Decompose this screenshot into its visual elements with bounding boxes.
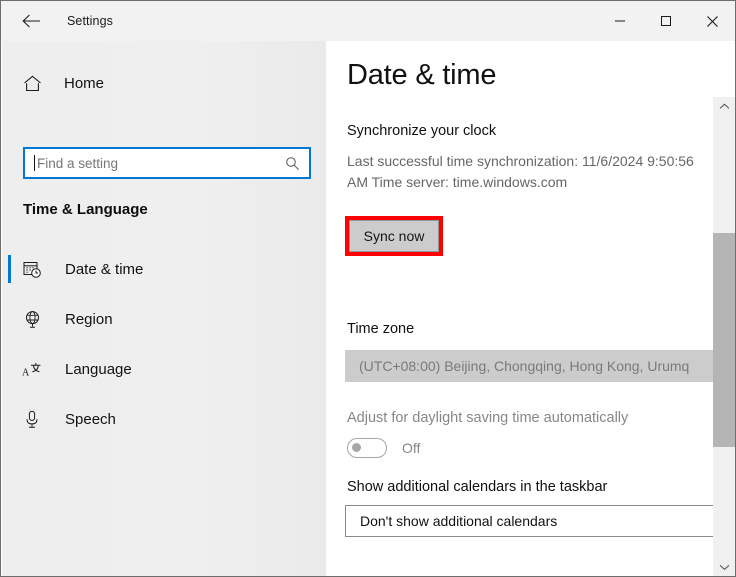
daylight-saving-state: Off xyxy=(402,440,421,456)
sidebar-item-label: Date & time xyxy=(65,260,144,278)
selection-indicator xyxy=(8,305,11,333)
svg-text:A: A xyxy=(22,367,30,378)
sidebar-item-language[interactable]: A Language xyxy=(2,349,326,389)
close-button[interactable] xyxy=(689,1,735,41)
scrollbar-thumb[interactable] xyxy=(713,233,735,447)
title-bar: Settings xyxy=(1,1,735,41)
chevron-down-icon xyxy=(719,564,729,570)
sidebar-item-date-time[interactable]: Date & time xyxy=(2,249,326,289)
content-pane: Date & time Synchronize your clock Last … xyxy=(326,41,735,576)
selection-indicator xyxy=(8,355,11,383)
search-placeholder: Find a setting xyxy=(37,155,119,171)
language-icon: A xyxy=(21,360,43,379)
daylight-saving-row: Off xyxy=(347,438,420,458)
sidebar-item-home[interactable]: Home xyxy=(2,63,326,103)
timezone-selected-value: (UTC+08:00) Beijing, Chongqing, Hong Kon… xyxy=(359,358,690,374)
search-caret xyxy=(34,155,35,171)
home-icon xyxy=(20,75,44,92)
calendar-clock-icon xyxy=(21,260,43,279)
page-title: Date & time xyxy=(347,59,497,91)
selection-indicator xyxy=(8,405,11,433)
maximize-button[interactable] xyxy=(643,1,689,41)
toggle-knob xyxy=(352,443,361,452)
sidebar-item-region[interactable]: Region xyxy=(2,299,326,339)
sidebar-nav-list: Date & time Region A Language Speech xyxy=(2,249,326,439)
close-icon xyxy=(706,15,718,27)
microphone-icon xyxy=(21,410,43,429)
back-arrow-icon xyxy=(21,14,40,28)
caption-buttons xyxy=(597,1,735,41)
timezone-dropdown[interactable]: (UTC+08:00) Beijing, Chongqing, Hong Kon… xyxy=(345,350,735,382)
calendars-section-heading: Show additional calendars in the taskbar xyxy=(347,479,608,495)
sidebar-item-label: Region xyxy=(65,310,113,328)
sidebar: Home Find a setting Time & Language Date… xyxy=(2,41,326,576)
selection-indicator xyxy=(8,255,11,283)
chevron-up-icon xyxy=(719,103,729,109)
calendars-selected-value: Don't show additional calendars xyxy=(360,513,558,529)
globe-icon xyxy=(21,310,43,329)
settings-window: Settings Home Find a setting Time & Lang… xyxy=(0,0,736,577)
search-icon[interactable] xyxy=(285,156,300,171)
calendars-dropdown[interactable]: Don't show additional calendars xyxy=(345,505,735,537)
content-scrollbar[interactable] xyxy=(713,97,735,576)
minimize-icon xyxy=(615,20,625,22)
sidebar-category-title: Time & Language xyxy=(23,201,148,218)
timezone-section-heading: Time zone xyxy=(347,321,415,337)
sync-status-text: Last successful time synchronization: 11… xyxy=(347,153,694,190)
scrollbar-down-button[interactable] xyxy=(713,558,735,576)
sidebar-item-label: Language xyxy=(65,360,132,378)
search-input[interactable]: Find a setting xyxy=(23,147,311,179)
daylight-saving-toggle[interactable] xyxy=(347,438,387,458)
app-title: Settings xyxy=(67,14,113,28)
sidebar-item-label: Speech xyxy=(65,410,116,428)
back-button[interactable] xyxy=(9,5,53,37)
daylight-saving-label: Adjust for daylight saving time automati… xyxy=(347,410,629,426)
sync-section-heading: Synchronize your clock xyxy=(347,123,497,139)
maximize-icon xyxy=(661,16,671,26)
sidebar-item-label-home: Home xyxy=(64,74,105,92)
scrollbar-up-button[interactable] xyxy=(713,97,735,115)
minimize-button[interactable] xyxy=(597,1,643,41)
sync-now-button[interactable]: Sync now xyxy=(349,220,439,252)
sidebar-item-speech[interactable]: Speech xyxy=(2,399,326,439)
